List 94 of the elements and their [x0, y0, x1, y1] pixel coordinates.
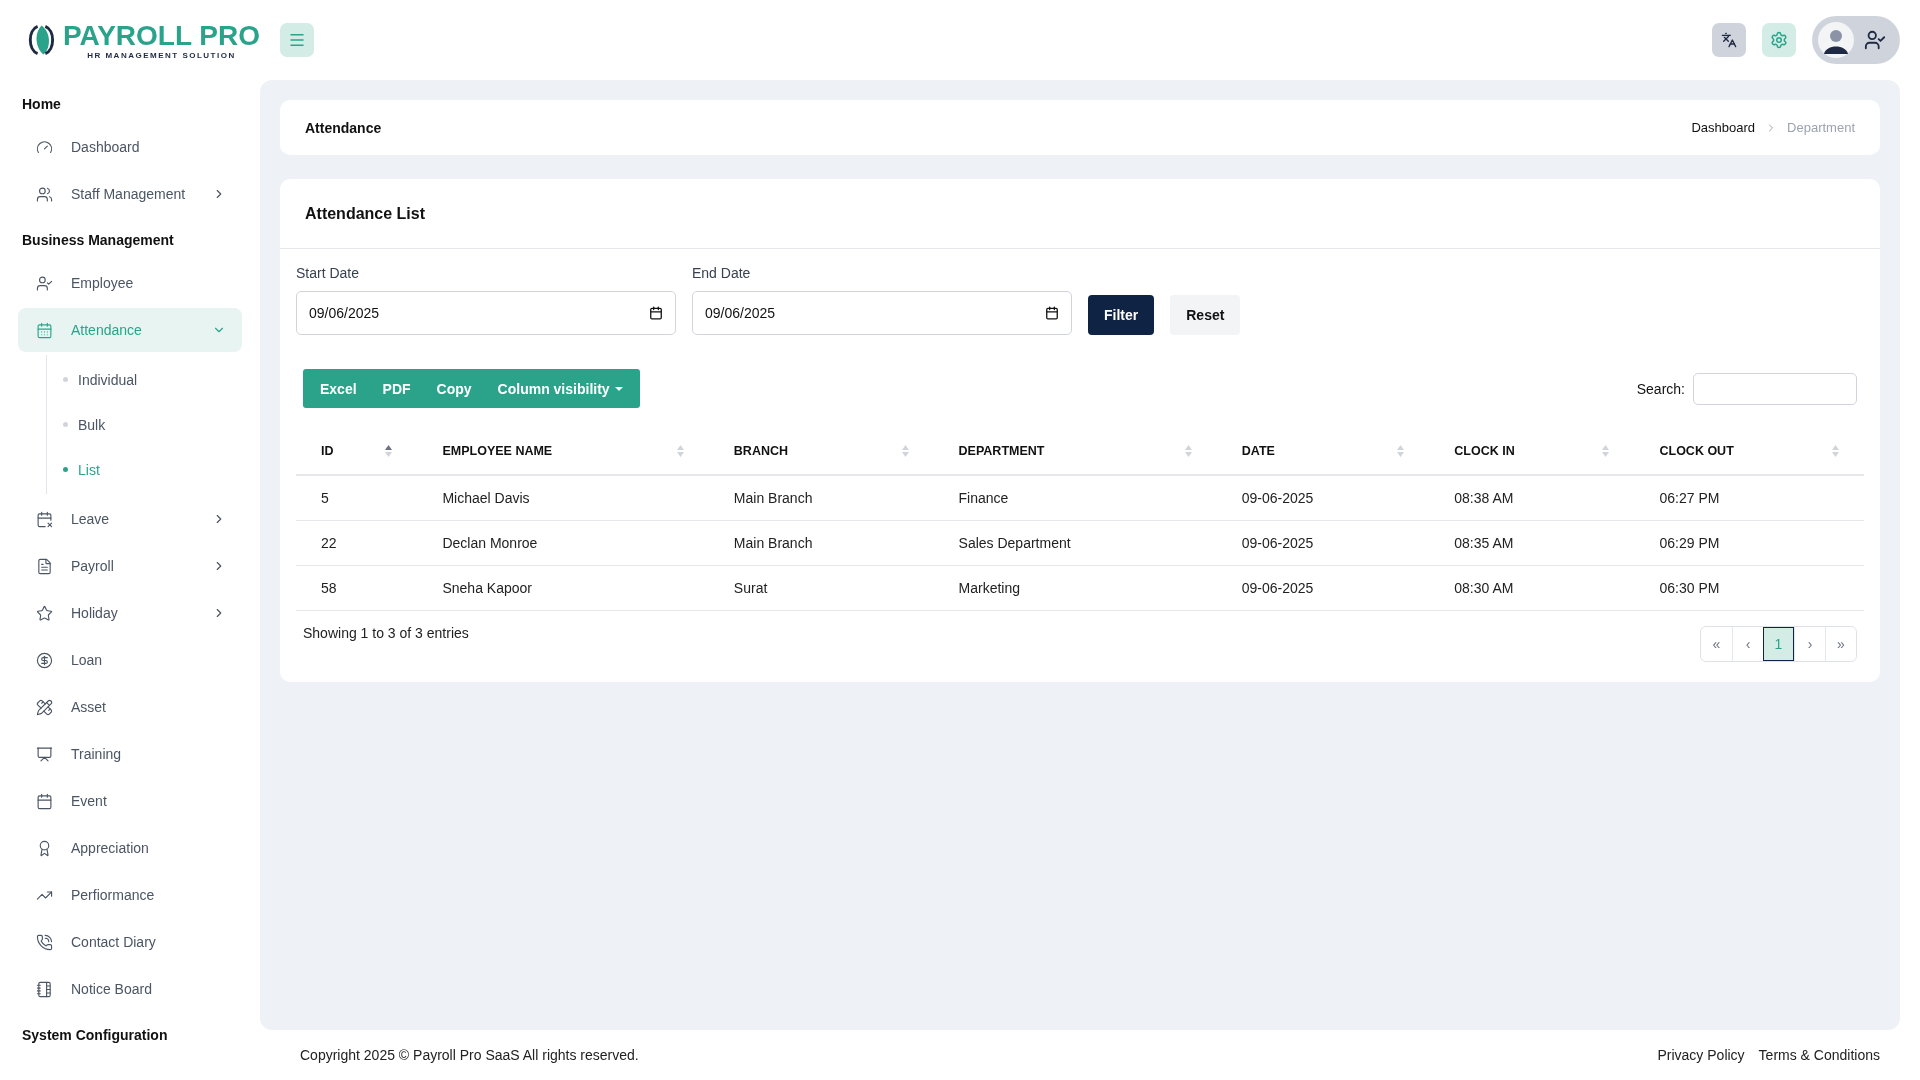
table-cell: 09-06-2025	[1216, 520, 1430, 565]
table-cell: 08:38 AM	[1429, 475, 1635, 520]
sidebar-item[interactable]: Dashboard	[18, 125, 242, 169]
footer-link[interactable]: Terms & Conditions	[1758, 1047, 1880, 1063]
sidebar-item[interactable]: Training	[18, 732, 242, 776]
sidebar-item[interactable]: Holiday	[18, 591, 242, 635]
table-cell: Marketing	[933, 565, 1217, 610]
calendar-icon	[36, 792, 53, 810]
dollar-coin-icon	[36, 651, 53, 669]
table-cell: Declan Monroe	[417, 520, 709, 565]
sidebar-item[interactable]: Notice Board	[18, 967, 242, 1011]
gauge-icon	[36, 138, 53, 156]
notebook-icon	[36, 980, 53, 998]
table-cell: 22	[296, 520, 418, 565]
calendar-icon	[1045, 306, 1059, 320]
table-cell: 5	[296, 475, 418, 520]
avatar	[1818, 22, 1854, 58]
breadcrumb-item[interactable]: Dashboard	[1691, 120, 1756, 135]
column-header[interactable]: DATE	[1216, 428, 1430, 475]
copyright-text: Copyright 2025 © Payroll Pro SaaS All rights reserved.	[300, 1047, 639, 1063]
logo-tagline: HR MANAGEMENT SOLUTION	[87, 50, 236, 60]
search-label: Search:	[1636, 380, 1685, 397]
table-cell: Surat	[708, 565, 934, 610]
search-field[interactable]	[1693, 372, 1857, 405]
sidebar-item[interactable]: Payroll	[18, 544, 242, 588]
sidebar-item[interactable]: Appreciation	[18, 826, 242, 870]
page-title: Attendance	[305, 119, 382, 136]
field-label: End Date	[692, 265, 752, 281]
table-cell: Main Branch	[708, 520, 934, 565]
reset-button[interactable]: Reset	[1170, 295, 1241, 335]
settings-icon	[1770, 31, 1788, 49]
bullet-icon	[63, 422, 68, 427]
sidebar-item[interactable]: Event	[18, 779, 242, 823]
user-check-icon	[36, 274, 53, 292]
sidebar-item[interactable]: Loan	[18, 638, 242, 682]
table-cell: Sales Department	[933, 520, 1217, 565]
sidebar-item[interactable]: Employee	[18, 261, 242, 305]
calendar-icon	[36, 321, 53, 339]
menu-icon	[288, 31, 306, 49]
sidebar-section-title: Home	[21, 95, 62, 114]
column-header[interactable]: CLOCK IN	[1429, 428, 1635, 475]
table-cell: Finance	[933, 475, 1217, 520]
star-icon	[36, 604, 53, 622]
user-check-icon	[1864, 29, 1886, 51]
document-icon	[36, 557, 53, 575]
sidebar-item[interactable]: Perfiormance	[18, 873, 242, 917]
calendar-cross-icon	[36, 510, 53, 528]
presentation-board-icon	[36, 745, 53, 763]
calendar-icon	[649, 306, 663, 320]
sidebar-subitem[interactable]: Individual	[47, 357, 242, 402]
footer-link[interactable]: Privacy Policy	[1657, 1047, 1745, 1063]
pencil-ruler-icon	[36, 698, 53, 716]
sidebar-item[interactable]: Leave	[18, 497, 242, 541]
bullet-icon	[63, 377, 68, 382]
sidebar-subitem[interactable]: Bulk	[47, 402, 242, 447]
table-cell: 06:27 PM	[1634, 475, 1864, 520]
table-cell: 06:30 PM	[1634, 565, 1864, 610]
table-cell: 09-06-2025	[1216, 475, 1430, 520]
card-title: Attendance List	[305, 204, 425, 223]
table-cell: Main Branch	[708, 475, 934, 520]
settings-button[interactable]	[1762, 23, 1796, 57]
caret-icon	[614, 386, 623, 391]
column-header[interactable]: DEPARTMENT	[933, 428, 1217, 475]
date-field[interactable]: 09/06/2025	[296, 291, 676, 335]
sidebar-item[interactable]: Contact Diary	[18, 920, 242, 964]
column-header[interactable]: BRANCH	[708, 428, 934, 475]
column-header[interactable]: EMPLOYEE NAME	[417, 428, 709, 475]
breadcrumb-item: Department	[1787, 120, 1855, 135]
logo-name: PAYROLL PRO	[62, 20, 260, 51]
translate-button[interactable]	[1712, 23, 1746, 57]
user-menu-button[interactable]	[1812, 16, 1900, 64]
menu-button[interactable]	[280, 23, 314, 57]
field-label: Start Date	[296, 265, 361, 281]
column-header[interactable]: ID	[296, 428, 418, 475]
translate-icon	[1721, 32, 1737, 48]
sidebar-section-title: System Configuration	[21, 1026, 169, 1045]
sidebar-section-title: Business Management	[21, 231, 175, 250]
people-icon	[36, 185, 53, 203]
entries-info: Showing 1 to 3 of 3 entries	[303, 624, 469, 641]
sidebar-item[interactable]: Staff Management	[18, 172, 242, 216]
table-cell: 58	[296, 565, 418, 610]
table-cell: 08:35 AM	[1429, 520, 1635, 565]
filter-button[interactable]: Filter	[1088, 295, 1155, 335]
bullet-icon	[63, 467, 68, 472]
column-header[interactable]: CLOCK OUT	[1634, 428, 1864, 475]
pagination-button[interactable]: »	[1825, 626, 1856, 661]
table-cell: 09-06-2025	[1216, 565, 1430, 610]
sidebar-item[interactable]: Asset	[18, 685, 242, 729]
table-cell: 08:30 AM	[1429, 565, 1635, 610]
date-field[interactable]: 09/06/2025	[692, 291, 1072, 335]
table-cell: Sneha Kapoor	[417, 565, 709, 610]
phone-icon	[36, 933, 53, 951]
table-cell: Michael Davis	[417, 475, 709, 520]
table-cell: 06:29 PM	[1634, 520, 1864, 565]
